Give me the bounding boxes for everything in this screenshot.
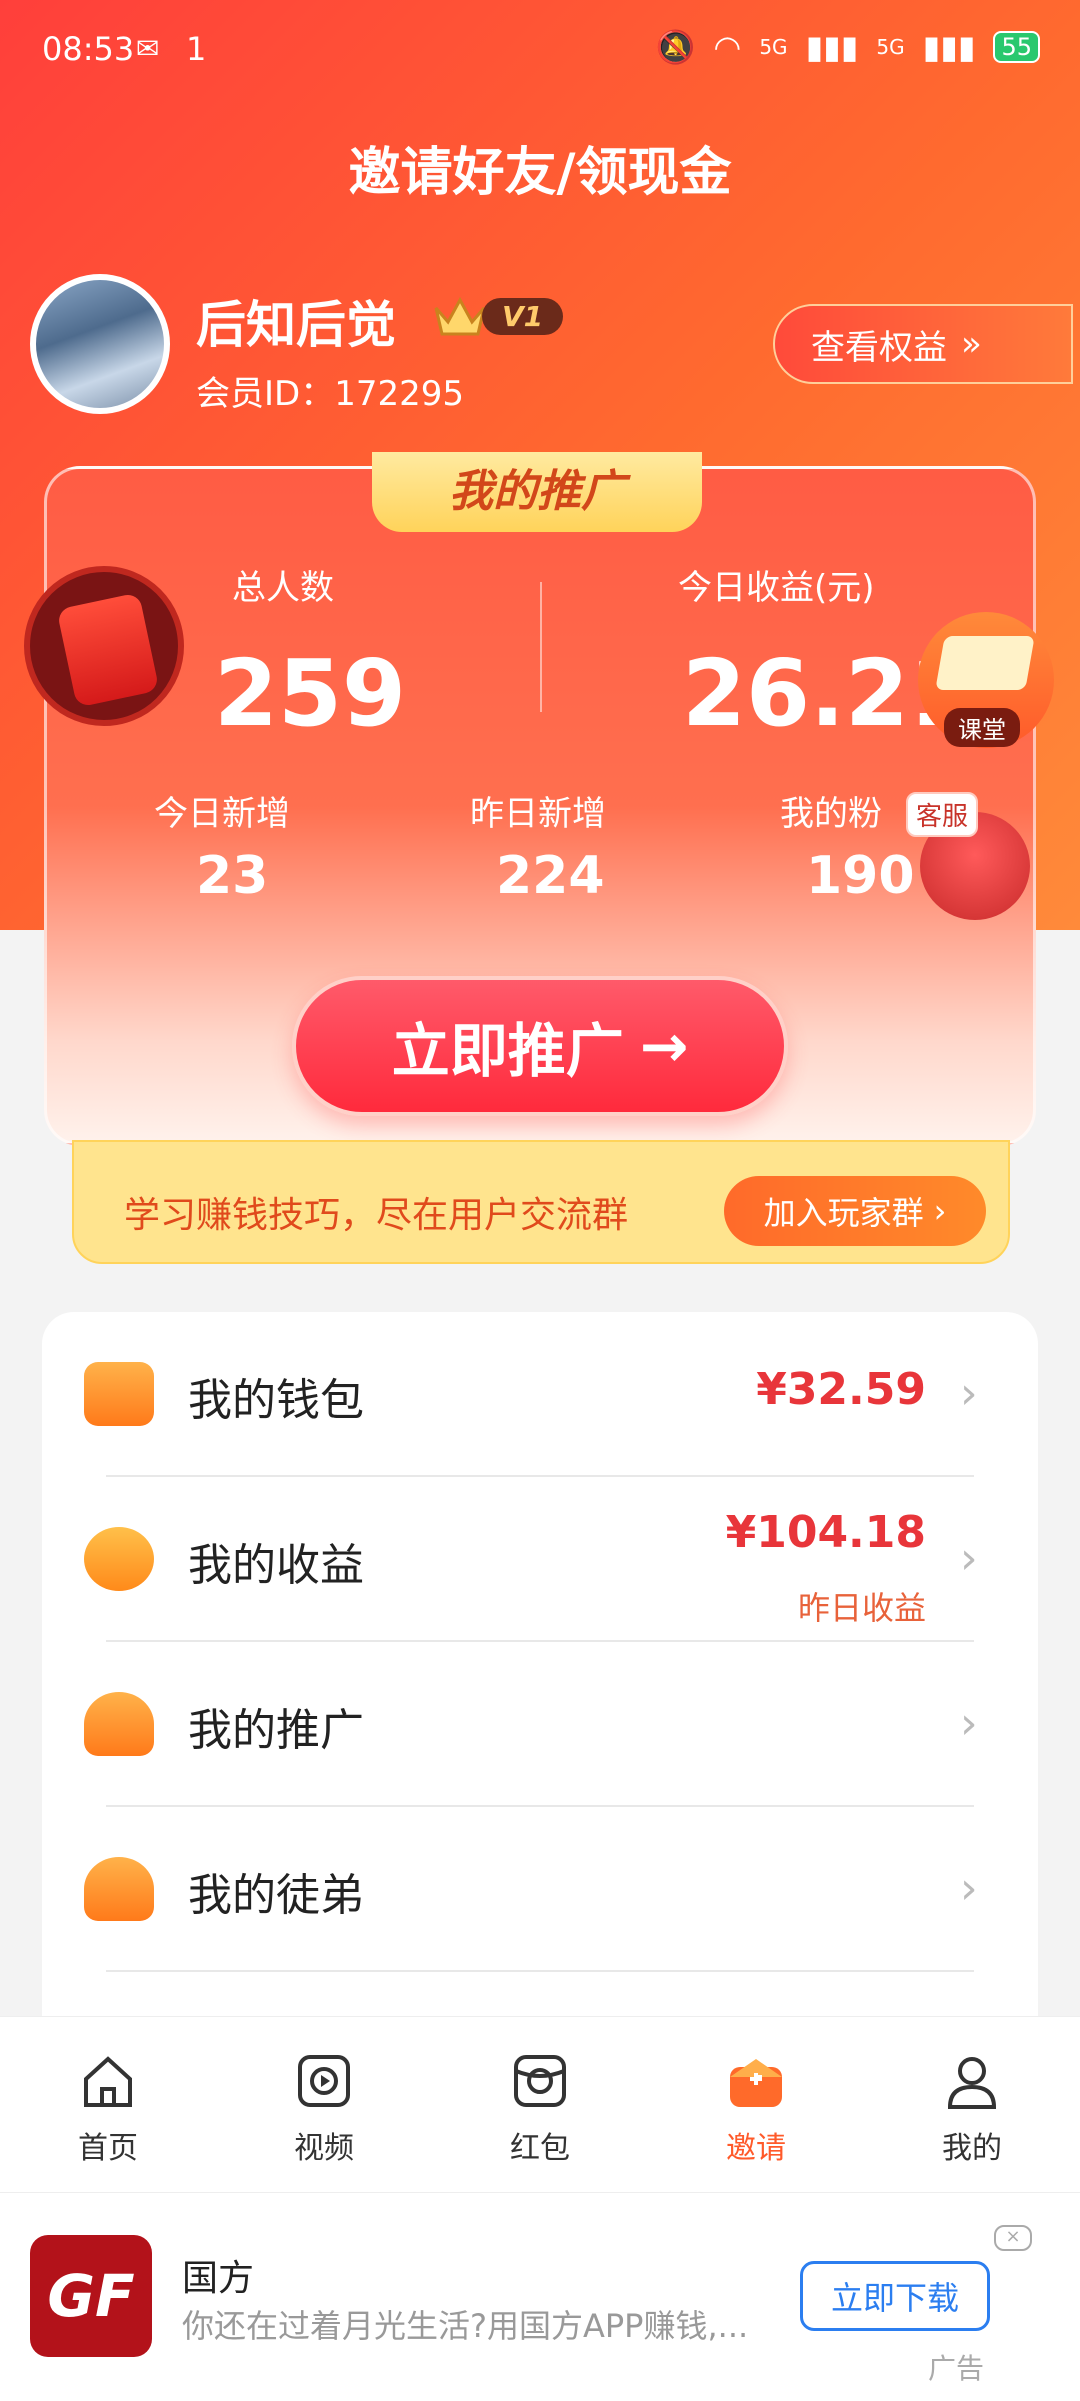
promote-now-label: 立即推广 bbox=[391, 1017, 624, 1085]
double-chevron-icon: » bbox=[961, 324, 982, 364]
menu-value: ¥32.59 bbox=[756, 1364, 926, 1415]
tab-label: 我的 bbox=[942, 2131, 1002, 2166]
vip-level: V1 bbox=[482, 297, 564, 335]
notif-count: 1 bbox=[186, 30, 207, 68]
view-rights-label: 查看权益 bbox=[811, 327, 947, 368]
ad-logo: GF bbox=[30, 2235, 152, 2357]
tab-label: 红包 bbox=[510, 2131, 570, 2166]
tab-label: 首页 bbox=[78, 2131, 138, 2166]
chevron-right-icon: › bbox=[933, 1192, 947, 1230]
page-title: 邀请好友/领现金 bbox=[348, 143, 732, 203]
signal-icon-2: ▮▮▮ bbox=[922, 28, 976, 66]
group-tip-bar: 学习赚钱技巧，尽在用户交流群 加入玩家群 › bbox=[72, 1140, 1010, 1264]
view-rights-button[interactable]: 查看权益 » bbox=[773, 304, 1073, 384]
chevron-right-icon: › bbox=[960, 1368, 978, 1419]
tab-home[interactable]: 首页 bbox=[0, 2017, 216, 2193]
chevron-right-icon: › bbox=[960, 1698, 978, 1749]
username: 后知后觉 bbox=[196, 296, 396, 354]
divider bbox=[106, 1970, 974, 1972]
menu-value: ¥104.18 bbox=[725, 1507, 926, 1558]
ad-download-button[interactable]: 立即下载 bbox=[800, 2261, 990, 2331]
menu-label: 我的推广 bbox=[188, 1705, 364, 1756]
member-id: 会员ID：172295 bbox=[196, 374, 464, 414]
menu-list: 我的钱包 ¥32.59 › 我的收益 ¥104.18 昨日收益 › 我的推广 ›… bbox=[42, 1312, 1038, 2032]
tab-profile[interactable]: 我的 bbox=[864, 2017, 1080, 2193]
menu-row-promotion[interactable]: 我的推广 › bbox=[42, 1642, 1038, 1807]
menu-row-income[interactable]: 我的收益 ¥104.18 昨日收益 › bbox=[42, 1477, 1038, 1642]
service-label: 客服 bbox=[906, 792, 979, 837]
join-group-label: 加入玩家群 bbox=[763, 1194, 924, 1232]
apprentice-icon bbox=[84, 1857, 154, 1921]
chevron-right-icon: › bbox=[960, 1533, 978, 1584]
home-icon bbox=[84, 2056, 132, 2107]
menu-label: 我的收益 bbox=[188, 1540, 364, 1591]
total-people-value: 259 bbox=[214, 640, 407, 747]
promote-now-button[interactable]: 立即推广 → bbox=[292, 976, 788, 1116]
fans-label: 我的粉 bbox=[780, 794, 882, 834]
tab-video[interactable]: 视频 bbox=[216, 2017, 432, 2193]
signal-label-1: 5G bbox=[759, 35, 788, 59]
vip-badge: V1 bbox=[432, 294, 564, 338]
tab-label: 视频 bbox=[294, 2131, 354, 2166]
group-tip-text: 学习赚钱技巧，尽在用户交流群 bbox=[124, 1195, 629, 1236]
arrow-right-icon: → bbox=[639, 1012, 689, 1080]
school-float-icon[interactable]: 课堂 bbox=[918, 612, 1054, 748]
battery-indicator: 55 bbox=[993, 31, 1040, 63]
tab-invite[interactable]: 邀请 bbox=[648, 2017, 864, 2193]
wifi-icon: ◠ bbox=[713, 28, 742, 66]
bottom-tab-bar: 首页 视频 红包 邀请 我的 bbox=[0, 2016, 1080, 2193]
coins-icon bbox=[84, 1527, 154, 1591]
profile-icon bbox=[947, 2057, 997, 2109]
promoter-icon bbox=[84, 1692, 154, 1756]
yesterday-new-label: 昨日新增 bbox=[470, 794, 606, 834]
video-icon bbox=[298, 2055, 350, 2107]
ad-tag: 广告 bbox=[928, 2352, 985, 2385]
today-new-value: 23 bbox=[196, 846, 269, 906]
crown-icon bbox=[434, 296, 486, 336]
signal-label-2: 5G bbox=[876, 35, 905, 59]
redpacket-float-icon[interactable] bbox=[24, 566, 184, 726]
school-label: 课堂 bbox=[944, 708, 1020, 747]
today-new-label: 今日新增 bbox=[154, 794, 290, 834]
ad-banner[interactable]: GF 国方 你还在过着月光生活?用国方APP赚钱,... 立即下载 × 广告 bbox=[0, 2192, 1080, 2401]
menu-label: 我的钱包 bbox=[188, 1375, 364, 1426]
menu-sub: 昨日收益 bbox=[797, 1589, 926, 1627]
avatar[interactable] bbox=[30, 274, 170, 414]
invite-icon bbox=[730, 2059, 782, 2107]
menu-row-wallet[interactable]: 我的钱包 ¥32.59 › bbox=[42, 1312, 1038, 1477]
redpacket-icon bbox=[514, 2055, 566, 2107]
fans-value: 190 bbox=[806, 846, 915, 906]
today-income-label: 今日收益(元) bbox=[678, 568, 875, 608]
ad-title: 国方 bbox=[182, 2258, 255, 2299]
ad-description: 你还在过着月光生活?用国方APP赚钱,... bbox=[182, 2307, 749, 2345]
wallet-icon bbox=[84, 1362, 154, 1426]
stat-divider bbox=[540, 582, 542, 712]
signal-icon: ▮▮▮ bbox=[805, 28, 859, 66]
message-icon: ✉ bbox=[136, 32, 160, 65]
status-bar: 08:53 ✉ 1 🔕 ◠ 5G ▮▮▮ 5G ▮▮▮ 55 bbox=[0, 0, 1080, 100]
promo-card-title: 我的推广 bbox=[372, 452, 702, 532]
chevron-right-icon: › bbox=[960, 1863, 978, 1914]
tab-label: 邀请 bbox=[726, 2131, 786, 2166]
yesterday-new-value: 224 bbox=[496, 846, 605, 906]
menu-row-apprentice[interactable]: 我的徒弟 › bbox=[42, 1807, 1038, 1972]
total-people-label: 总人数 bbox=[232, 568, 334, 608]
customer-service-float-icon[interactable]: 客服 bbox=[906, 792, 1054, 922]
menu-label: 我的徒弟 bbox=[188, 1870, 364, 1921]
tab-redpacket[interactable]: 红包 bbox=[432, 2017, 648, 2193]
status-time: 08:53 bbox=[42, 30, 135, 68]
join-group-button[interactable]: 加入玩家群 › bbox=[724, 1176, 986, 1246]
ad-close-icon[interactable]: × bbox=[994, 2225, 1032, 2251]
mute-icon: 🔕 bbox=[655, 28, 696, 66]
